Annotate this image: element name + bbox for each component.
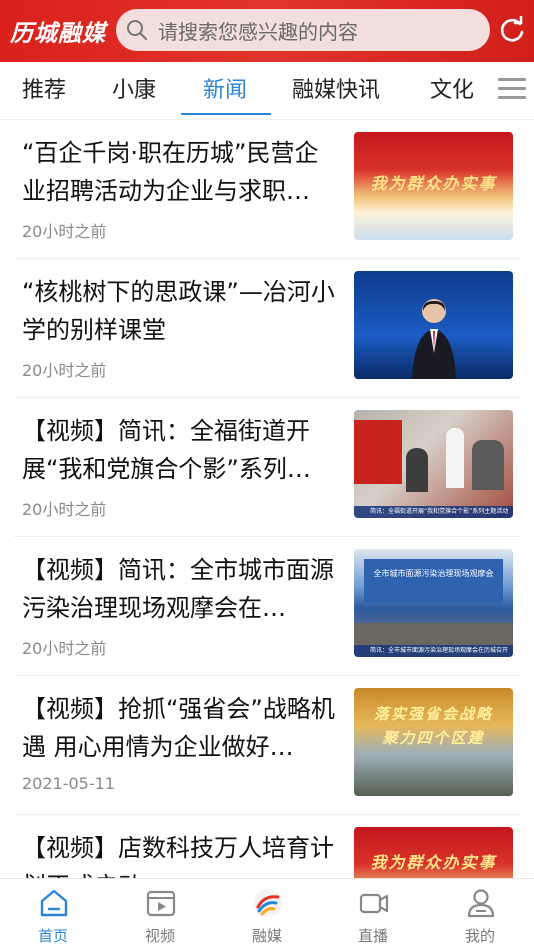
news-title: 【视频】简讯：全市城市面源污染治理现场观摩会在…: [22, 556, 334, 622]
live-camera-icon: [358, 887, 390, 919]
thumbnail-caption: 简讯：全福街道开展“我和党旗合个影”系列主题活动: [354, 506, 513, 518]
person-figure: [446, 428, 464, 488]
bottom-navigation: 首页 视频 融媒 直播 我的: [0, 878, 534, 950]
news-title: “百企千岗·职在历城”民营企业招聘活动为企业与求职…: [22, 139, 319, 205]
news-title: 【视频】店数科技万人培育计划正式启动: [22, 834, 334, 878]
news-title: “核桃树下的思政课”—冶河小学的别样课堂: [22, 278, 335, 344]
tab-xiaokang[interactable]: 小康: [112, 62, 156, 120]
news-item[interactable]: “百企千岗·职在历城”民营企业招聘活动为企业与求职… 20小时之前 我为群众办实…: [14, 120, 520, 259]
thumbnail-slogan: 我为群众办实事: [370, 853, 497, 872]
news-item[interactable]: 【视频】抢抓“强省会”战略机遇 用心用情为企业做好… 2021-05-11 落实…: [14, 676, 520, 815]
news-time: 20小时之前: [22, 222, 107, 241]
news-item[interactable]: “核桃树下的思政课”—冶河小学的别样课堂 20小时之前: [14, 259, 520, 398]
party-flag-shape: [354, 420, 402, 484]
profile-icon: [465, 887, 497, 919]
app-logo[interactable]: 历城融媒: [10, 14, 106, 48]
news-item[interactable]: 【视频】简讯：全福街道开展“我和党旗合个影”系列… 20小时之前 简讯：全福街道…: [14, 398, 520, 537]
audience-shape: [354, 623, 513, 645]
search-bar[interactable]: 请搜索您感兴趣的内容: [116, 9, 490, 51]
news-time: 2021-05-11: [22, 774, 115, 793]
thumbnail-slogan: 落实强省会战略 聚力四个区建: [373, 705, 493, 747]
nav-label: 视频: [144, 927, 175, 945]
news-thumbnail: 落实强省会战略 聚力四个区建: [354, 688, 513, 796]
thumbnail-slogan: 我为群众办实事: [370, 174, 497, 193]
news-title: 【视频】简讯：全福街道开展“我和党旗合个影”系列…: [22, 417, 311, 483]
nav-home[interactable]: 首页: [0, 879, 106, 950]
nav-label: 直播: [357, 927, 388, 945]
nav-profile[interactable]: 我的: [427, 879, 533, 950]
top-header: 历城融媒 请搜索您感兴趣的内容: [0, 0, 534, 62]
nav-label: 融媒: [251, 927, 282, 945]
nav-rongmei[interactable]: 融媒: [214, 879, 320, 950]
nav-label: 首页: [37, 927, 68, 945]
home-icon: [38, 887, 70, 919]
nav-live[interactable]: 直播: [320, 879, 426, 950]
news-anchor-figure: [412, 299, 456, 379]
person-figure: [406, 448, 428, 492]
active-tab-indicator: [181, 113, 271, 115]
news-thumbnail: 全市城市面源污染治理现场观摩会 简讯：全市城市面源污染治理现场观摩会在历城召开: [354, 549, 513, 657]
news-time: 20小时之前: [22, 500, 107, 519]
photographer-figure: [472, 440, 504, 490]
tab-express[interactable]: 融媒快讯: [292, 62, 380, 120]
search-placeholder: 请搜索您感兴趣的内容: [158, 19, 358, 44]
news-time: 20小时之前: [22, 639, 107, 658]
news-time: 20小时之前: [22, 361, 107, 380]
nav-label: 我的: [464, 927, 495, 945]
menu-icon[interactable]: [498, 78, 526, 102]
cityscape-shape: [354, 762, 513, 796]
news-thumbnail: 我为群众办实事: [354, 132, 513, 240]
news-title: 【视频】抢抓“强省会”战略机遇 用心用情为企业做好…: [22, 695, 335, 761]
news-item[interactable]: 【视频】简讯：全市城市面源污染治理现场观摩会在… 20小时之前 全市城市面源污染…: [14, 537, 520, 676]
news-thumbnail: 简讯：全福街道开展“我和党旗合个影”系列主题活动: [354, 410, 513, 518]
tab-news[interactable]: 新闻: [203, 62, 247, 120]
tab-culture[interactable]: 文化: [430, 62, 474, 120]
news-item[interactable]: 【视频】店数科技万人培育计划正式启动 我为群众办实事: [14, 815, 520, 878]
meeting-screen-text: 全市城市面源污染治理现场观摩会: [364, 559, 503, 603]
refresh-icon[interactable]: [498, 15, 526, 44]
news-thumbnail: 我为群众办实事: [354, 827, 513, 878]
category-tabs: 推荐 小康 新闻 融媒快讯 文化: [0, 62, 534, 120]
video-icon: [145, 887, 177, 919]
rongmei-logo-icon: [252, 887, 284, 919]
nav-video[interactable]: 视频: [107, 879, 213, 950]
news-list: “百企千岗·职在历城”民营企业招聘活动为企业与求职… 20小时之前 我为群众办实…: [0, 120, 534, 878]
thumbnail-caption: 简讯：全市城市面源污染治理现场观摩会在历城召开: [354, 645, 513, 657]
tab-tuijian[interactable]: 推荐: [22, 62, 66, 120]
search-icon: [116, 9, 158, 51]
news-thumbnail: [354, 271, 513, 379]
